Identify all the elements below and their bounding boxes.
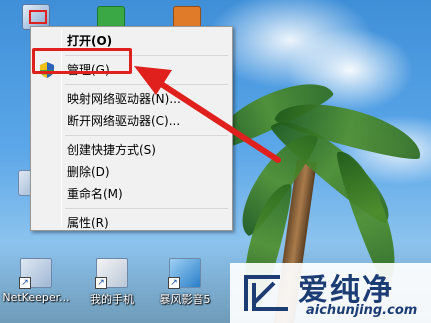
watermark-url: aichunjing.com	[306, 303, 418, 318]
desktop: ↗ NetKeeper... ↗ 我的手机 ↗ 暴风影音5 打开(O) 管理(G…	[0, 0, 431, 323]
watermark-logo-icon	[244, 275, 288, 311]
watermark: 爱纯净 aichunjing.com	[230, 263, 431, 323]
